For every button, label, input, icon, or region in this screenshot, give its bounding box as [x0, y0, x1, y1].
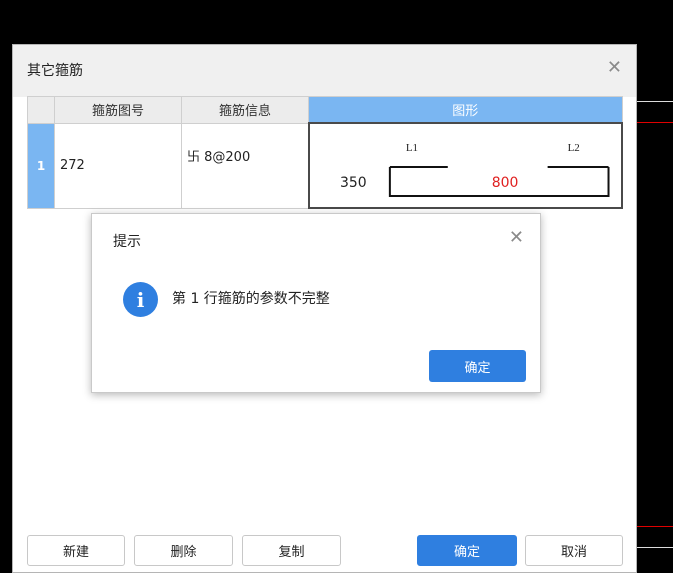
close-icon[interactable]: ✕	[607, 57, 622, 78]
prompt-ok-button[interactable]: 确定	[429, 350, 526, 382]
ok-button[interactable]: 确定	[417, 535, 517, 566]
header-corner	[27, 96, 55, 124]
prompt-message: 第 1 行箍筋的参数不完整	[172, 291, 330, 307]
cad-line-white-bottom	[637, 547, 673, 548]
info-icon: i	[123, 282, 158, 317]
dialog-title: 其它箍筋	[27, 63, 83, 79]
stirrup-shape-drawing: L1 L2 350 800	[339, 142, 610, 197]
row-index[interactable]: 1	[27, 122, 55, 209]
header-shape: 图形	[308, 96, 623, 124]
cell-stirrup-info[interactable]: 卐 8@200	[181, 122, 309, 209]
cancel-button[interactable]: 取消	[525, 535, 623, 566]
stirrup-table: 箍筋图号 箍筋信息 图形 1 272 卐 8@200 L1 L2 350 800	[27, 96, 623, 209]
label-l2: L2	[567, 142, 579, 154]
value-left: 350	[339, 174, 366, 190]
dialog-titlebar: 其它箍筋 ✕	[13, 45, 636, 97]
table-header-row: 箍筋图号 箍筋信息 图形	[27, 96, 623, 124]
prompt-dialog: 提示 ✕ i 第 1 行箍筋的参数不完整 确定	[91, 213, 541, 393]
header-stirrup-info: 箍筋信息	[181, 96, 309, 124]
table-row[interactable]: 1 272 卐 8@200 L1 L2 350 800	[27, 122, 623, 209]
cad-line-white-top	[637, 101, 673, 102]
value-main: 800	[491, 174, 518, 190]
header-stirrup-code: 箍筋图号	[54, 96, 182, 124]
cell-shape[interactable]: L1 L2 350 800	[307, 122, 623, 209]
cad-line-red-top	[637, 122, 673, 123]
copy-button[interactable]: 复制	[242, 535, 341, 566]
cell-stirrup-code[interactable]: 272	[54, 122, 182, 209]
cad-line-red-bottom	[637, 526, 673, 527]
prompt-close-icon[interactable]: ✕	[509, 227, 524, 248]
prompt-title: 提示	[113, 234, 141, 250]
new-button[interactable]: 新建	[27, 535, 125, 566]
label-l1: L1	[405, 142, 417, 154]
delete-button[interactable]: 删除	[134, 535, 233, 566]
